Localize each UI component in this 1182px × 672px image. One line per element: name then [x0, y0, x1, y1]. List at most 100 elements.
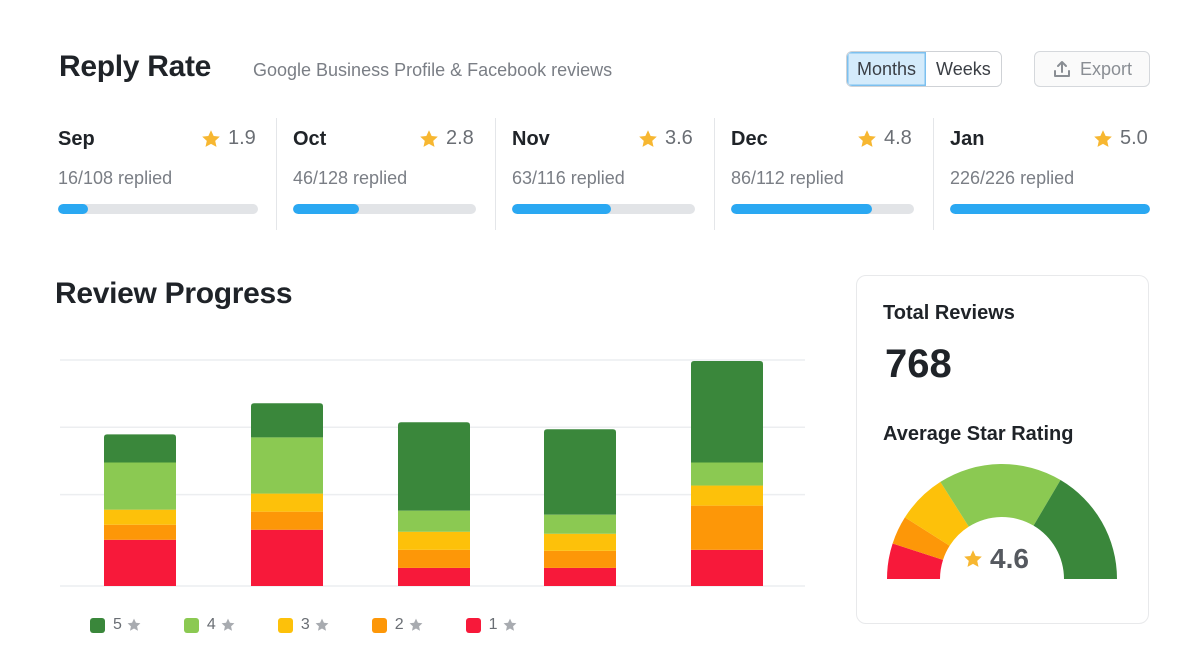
month-rating-value: 4.8	[884, 127, 912, 149]
month-rating-value: 3.6	[665, 127, 693, 149]
month-replied-count: 46/128 replied	[293, 168, 408, 188]
month-dec: Dec 4.8 86/112 replied	[714, 118, 933, 230]
month-replied-count: 63/116 replied	[512, 168, 625, 188]
month-name: Sep	[58, 128, 95, 150]
month-replied-count: 16/108 replied	[58, 168, 173, 188]
star-icon	[420, 129, 438, 147]
bar-sep	[104, 434, 176, 586]
legend-swatch	[90, 617, 105, 633]
legend-label: 1	[488, 616, 498, 633]
upload-icon	[1053, 61, 1070, 77]
bar-segment-s3	[398, 531, 470, 550]
month-sep: Sep 1.9 16/108 replied	[58, 118, 276, 230]
weeks-toggle-button[interactable]: Weeks	[926, 52, 1001, 86]
month-rating-value: 2.8	[446, 127, 474, 149]
review-progress-chart	[60, 359, 805, 587]
month-rating: 2.8	[418, 127, 474, 150]
bar-oct	[251, 403, 323, 586]
export-label: Export	[1079, 58, 1133, 79]
bar-segment-s5	[251, 403, 323, 438]
reply-progress-bar	[731, 204, 914, 214]
average-rating-display: 4.6	[962, 543, 1029, 575]
month-replied-count: 86/112 replied	[731, 168, 844, 188]
bar-segment-s1	[104, 539, 176, 586]
export-button[interactable]: Export	[1034, 51, 1150, 87]
average-rating-value: 4.6	[990, 543, 1029, 574]
bar-segment-s2	[398, 549, 470, 568]
legend-item-5-star: 5	[90, 616, 142, 634]
months-toggle-button[interactable]: Months	[847, 52, 927, 86]
star-icon	[315, 618, 329, 631]
month-oct: Oct 2.8 46/128 replied	[276, 118, 495, 230]
legend-label: 2	[394, 616, 404, 633]
reply-progress-fill	[512, 204, 612, 214]
reply-rate-subtitle: Google Business Profile & Facebook revie…	[253, 60, 613, 80]
bar-segment-s4	[104, 462, 176, 510]
month-jan: Jan 5.0 226/226 replied	[933, 118, 1150, 230]
bar-segment-s2	[544, 550, 616, 568]
bar-segment-s1	[691, 549, 763, 586]
legend-item-3-star: 3	[277, 616, 330, 634]
month-rating: 4.8	[856, 127, 912, 150]
total-reviews-value: 768	[885, 342, 952, 386]
month-rating: 5.0	[1092, 127, 1148, 150]
legend-label: 3	[300, 616, 310, 633]
legend-item-1-star: 1	[465, 616, 518, 634]
reply-progress-bar	[293, 204, 476, 214]
bar-segment-s4	[544, 514, 616, 534]
bar-segment-s4	[398, 510, 470, 532]
month-name: Oct	[293, 128, 327, 150]
month-name: Jan	[950, 128, 985, 150]
legend-item-2-star: 2	[371, 616, 424, 634]
reply-progress-bar	[512, 204, 695, 214]
star-icon	[639, 129, 657, 147]
reply-progress-fill	[950, 204, 1150, 214]
legend-swatch	[183, 617, 199, 633]
reply-progress-fill	[58, 204, 88, 214]
chart-legend: 5 4 3 2 1	[90, 616, 560, 634]
star-icon	[221, 618, 235, 631]
bar-segment-s3	[544, 533, 616, 551]
bar-segment-s1	[251, 529, 323, 586]
month-name: Nov	[512, 128, 550, 150]
bar-segment-s5	[544, 429, 616, 515]
bar-segment-s5	[104, 434, 176, 463]
legend-label: 5	[113, 616, 122, 633]
legend-swatch	[371, 617, 387, 633]
reply-rate-title: Reply Rate	[59, 50, 212, 83]
bar-dec	[544, 429, 616, 586]
legend-swatch	[465, 617, 481, 633]
month-nov: Nov 3.6 63/116 replied	[495, 118, 714, 230]
reply-progress-fill	[731, 204, 872, 214]
legend-item-4-star: 4	[183, 616, 236, 634]
star-icon	[964, 550, 982, 567]
period-toggle: Months Weeks	[846, 51, 1002, 87]
bar-segment-s4	[691, 462, 763, 486]
month-rating-value: 1.9	[228, 127, 256, 149]
bar-segment-s4	[251, 437, 323, 494]
star-icon	[202, 129, 220, 147]
legend-swatch	[277, 617, 293, 633]
bar-segment-s3	[104, 509, 176, 525]
month-rating: 1.9	[200, 127, 256, 150]
star-icon	[409, 618, 423, 631]
monthly-reply-rates: Sep 1.9 16/108 replied Oct 2.8 46/128 replied…	[58, 118, 1150, 230]
reply-progress-fill	[293, 204, 359, 214]
bar-segment-s2	[251, 511, 323, 530]
total-reviews-label: Total Reviews	[883, 302, 1015, 324]
star-icon	[1094, 129, 1112, 147]
bar-segment-s5	[398, 422, 470, 511]
bar-jan	[691, 361, 763, 586]
month-name: Dec	[731, 128, 768, 150]
month-replied-count: 226/226 replied	[950, 168, 1075, 188]
bar-segment-s3	[691, 485, 763, 506]
legend-label: 4	[206, 616, 216, 633]
bar-segment-s3	[251, 493, 323, 512]
month-rating: 3.6	[637, 127, 693, 150]
review-progress-title: Review Progress	[55, 277, 293, 310]
bar-nov	[398, 422, 470, 586]
bar-segment-s1	[544, 567, 616, 586]
bar-segment-s2	[104, 524, 176, 540]
reply-progress-bar	[58, 204, 258, 214]
month-rating-value: 5.0	[1120, 127, 1148, 149]
